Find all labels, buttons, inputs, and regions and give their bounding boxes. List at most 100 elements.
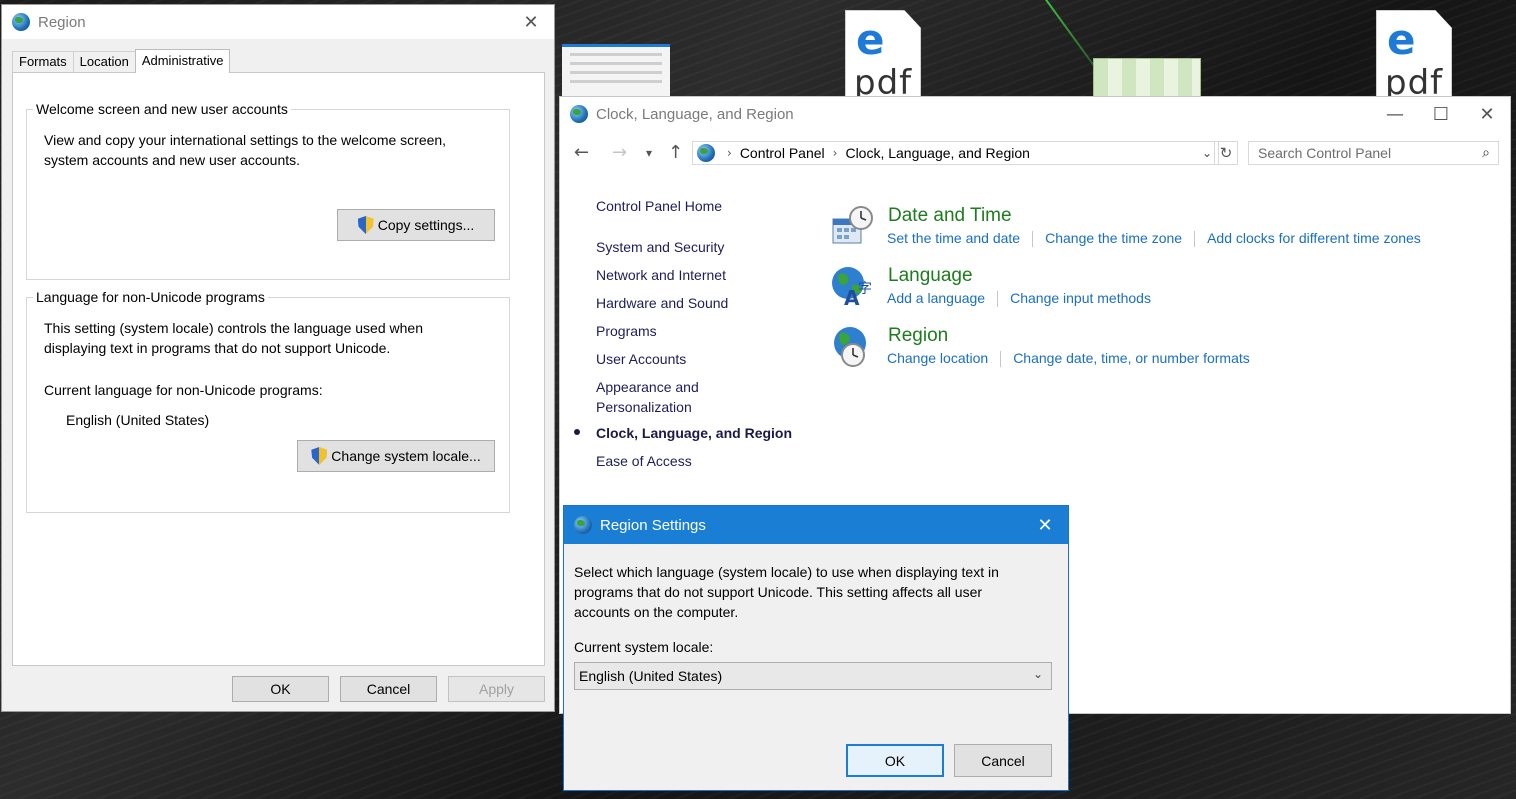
control-panel-titlebar[interactable]: Clock, Language, and Region bbox=[560, 97, 1510, 131]
sidebar-item-programs[interactable]: Programs bbox=[596, 321, 657, 341]
breadcrumb-control-panel[interactable]: Control Panel bbox=[740, 145, 825, 161]
back-button[interactable]: ← bbox=[574, 142, 589, 163]
description-line: accounts on the computer. bbox=[574, 604, 739, 620]
tab-administrative[interactable]: Administrative bbox=[134, 49, 231, 73]
link-change-location[interactable]: Change location bbox=[887, 350, 988, 367]
breadcrumb-chevron-icon[interactable]: › bbox=[833, 146, 838, 160]
desktop-pdf-file-icon[interactable]: e pdf bbox=[845, 10, 921, 100]
link-change-formats[interactable]: Change date, time, or number formats bbox=[1013, 350, 1250, 367]
region-settings-cancel-button[interactable]: Cancel bbox=[954, 744, 1052, 777]
region-settings-title: Region Settings bbox=[600, 516, 706, 534]
forward-button[interactable]: → bbox=[612, 142, 627, 163]
welcome-group-description: View and copy your international setting… bbox=[44, 130, 446, 170]
control-panel-icon bbox=[697, 144, 715, 162]
welcome-group-title: Welcome screen and new user accounts bbox=[33, 101, 291, 117]
link-divider bbox=[1032, 231, 1034, 247]
category-title-language[interactable]: Language bbox=[888, 265, 973, 287]
svg-text:字: 字 bbox=[858, 281, 872, 297]
current-section-bullet bbox=[574, 429, 580, 435]
sidebar-item-hardware-sound[interactable]: Hardware and Sound bbox=[596, 293, 728, 313]
welcome-text-line: system accounts and new user accounts. bbox=[44, 152, 301, 168]
globe-icon bbox=[12, 13, 30, 31]
region-settings-description: Select which language (system locale) to… bbox=[574, 562, 999, 622]
current-language-label: Current language for non-Unicode program… bbox=[44, 382, 323, 398]
maximize-button[interactable]: ☐ bbox=[1418, 97, 1464, 131]
system-locale-value: English (United States) bbox=[579, 668, 723, 684]
close-button[interactable]: ✕ bbox=[1022, 506, 1068, 544]
up-button[interactable]: ↑ bbox=[668, 142, 683, 163]
region-ok-button[interactable]: OK bbox=[232, 676, 329, 702]
clock-calendar-icon[interactable] bbox=[830, 205, 874, 249]
region-settings-titlebar[interactable]: Region Settings bbox=[564, 506, 1068, 544]
sidebar-item-personalization[interactable]: Personalization bbox=[596, 397, 692, 417]
edge-logo-icon: e bbox=[856, 15, 885, 64]
desktop-document-thumbnail[interactable] bbox=[562, 44, 670, 100]
breadcrumb-chevron-icon[interactable]: › bbox=[727, 146, 732, 160]
search-icon[interactable]: ⌕ bbox=[1482, 145, 1490, 161]
non-unicode-text-line: displaying text in programs that do not … bbox=[44, 340, 391, 356]
sidebar-item-appearance[interactable]: Appearance and bbox=[596, 377, 699, 397]
address-bar[interactable]: › Control Panel › Clock, Language, and R… bbox=[692, 141, 1219, 165]
breadcrumb-current[interactable]: Clock, Language, and Region bbox=[845, 145, 1029, 161]
region-apply-button[interactable]: Apply bbox=[448, 676, 545, 702]
copy-settings-button[interactable]: Copy settings... bbox=[337, 209, 495, 241]
close-icon: ✕ bbox=[1479, 103, 1495, 125]
sidebar-item-control-panel-home[interactable]: Control Panel Home bbox=[596, 196, 722, 216]
link-set-time-date[interactable]: Set the time and date bbox=[887, 230, 1020, 247]
desktop-pdf-file-icon[interactable]: e pdf bbox=[1376, 10, 1452, 100]
category-title-date-time[interactable]: Date and Time bbox=[888, 205, 1012, 227]
region-dialog: Region ✕ Formats Location Administrative… bbox=[1, 4, 555, 712]
link-change-input-methods[interactable]: Change input methods bbox=[1010, 290, 1151, 307]
tab-formats[interactable]: Formats bbox=[12, 51, 74, 73]
close-button[interactable]: ✕ bbox=[508, 5, 554, 39]
administrative-tab-panel: Welcome screen and new user accounts Vie… bbox=[12, 72, 545, 666]
globe-icon bbox=[570, 105, 588, 123]
non-unicode-group-title: Language for non-Unicode programs bbox=[33, 289, 268, 305]
current-system-locale-label: Current system locale: bbox=[574, 639, 714, 655]
region-tabs: Formats Location Administrative bbox=[12, 49, 231, 73]
change-system-locale-label: Change system locale... bbox=[331, 448, 481, 464]
region-dialog-titlebar[interactable]: Region bbox=[2, 5, 554, 39]
close-button[interactable]: ✕ bbox=[1464, 97, 1510, 131]
region-settings-ok-button[interactable]: OK bbox=[846, 744, 944, 777]
chevron-down-icon: ⌄ bbox=[1032, 667, 1043, 681]
address-dropdown-icon[interactable]: ⌄ bbox=[1202, 146, 1212, 160]
sidebar-item-user-accounts[interactable]: User Accounts bbox=[596, 349, 686, 369]
sidebar-item-clock-language-region[interactable]: Clock, Language, and Region bbox=[596, 423, 792, 443]
link-divider bbox=[1000, 351, 1002, 367]
date-time-links: Set the time and date Change the time zo… bbox=[887, 230, 1421, 247]
region-settings-dialog: Region Settings ✕ Select which language … bbox=[563, 505, 1069, 791]
description-line: programs that do not support Unicode. Th… bbox=[574, 584, 983, 600]
link-add-language[interactable]: Add a language bbox=[887, 290, 985, 307]
maximize-icon: ☐ bbox=[1432, 103, 1450, 125]
system-locale-dropdown[interactable]: English (United States) ⌄ bbox=[574, 662, 1052, 690]
refresh-button[interactable]: ↻ bbox=[1214, 141, 1238, 165]
minimize-button[interactable]: — bbox=[1372, 97, 1418, 131]
change-system-locale-button[interactable]: Change system locale... bbox=[297, 440, 495, 472]
link-add-clocks[interactable]: Add clocks for different time zones bbox=[1207, 230, 1421, 247]
welcome-text-line: View and copy your international setting… bbox=[44, 132, 447, 148]
current-language-value: English (United States) bbox=[66, 412, 210, 428]
close-icon: ✕ bbox=[523, 11, 539, 33]
region-globe-clock-icon[interactable] bbox=[830, 325, 874, 369]
desktop-spreadsheet-thumbnail[interactable] bbox=[1093, 58, 1201, 100]
link-divider bbox=[1194, 231, 1196, 247]
minimize-icon: — bbox=[1386, 103, 1404, 125]
close-icon: ✕ bbox=[1037, 514, 1053, 536]
sidebar-item-system-security[interactable]: System and Security bbox=[596, 237, 724, 257]
control-panel-title: Clock, Language, and Region bbox=[596, 105, 794, 123]
language-globe-icon[interactable]: A 字 bbox=[830, 265, 874, 309]
tab-location[interactable]: Location bbox=[72, 51, 136, 73]
language-links: Add a language Change input methods bbox=[887, 290, 1151, 307]
sidebar-item-network-internet[interactable]: Network and Internet bbox=[596, 265, 726, 285]
region-cancel-button[interactable]: Cancel bbox=[340, 676, 437, 702]
non-unicode-text-line: This setting (system locale) controls th… bbox=[44, 320, 423, 336]
recent-locations-button[interactable]: ▾ bbox=[646, 146, 652, 160]
category-title-region[interactable]: Region bbox=[888, 325, 948, 347]
link-divider bbox=[997, 291, 999, 307]
globe-icon bbox=[574, 516, 592, 534]
link-change-time-zone[interactable]: Change the time zone bbox=[1045, 230, 1182, 247]
search-input[interactable]: Search Control Panel ⌕ bbox=[1248, 141, 1499, 165]
copy-settings-label: Copy settings... bbox=[377, 217, 475, 233]
sidebar-item-ease-of-access[interactable]: Ease of Access bbox=[596, 451, 692, 471]
